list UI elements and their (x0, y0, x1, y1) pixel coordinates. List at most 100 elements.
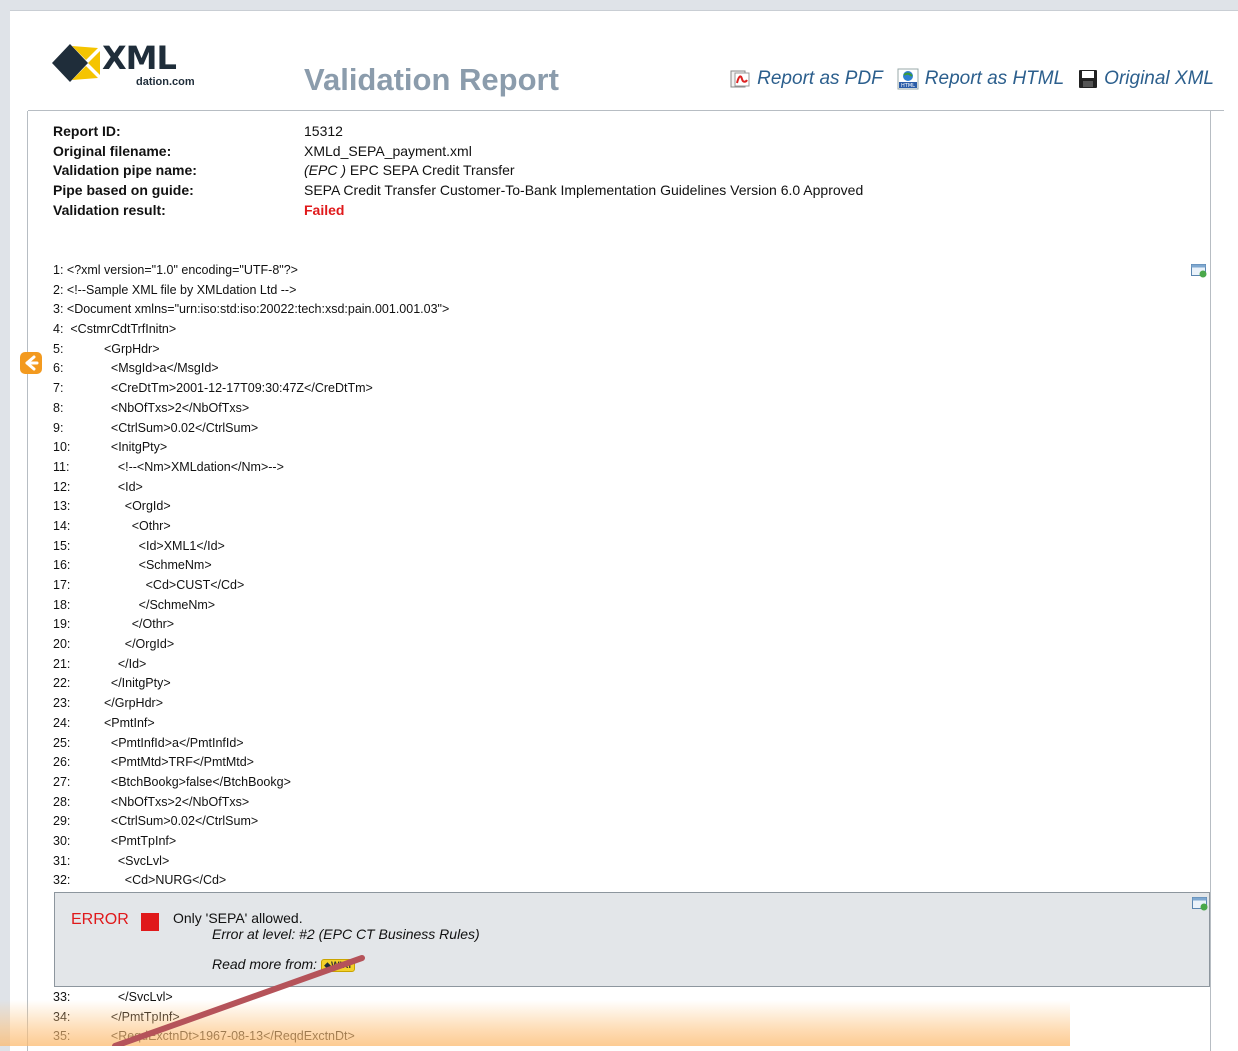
line-text: <Othr> (97, 518, 171, 533)
line-number: 14: (53, 518, 71, 533)
line-text: <CtrlSum>0.02</CtrlSum> (97, 420, 259, 435)
logo-subtext: dation.com (136, 76, 195, 88)
original-xml-label: Original XML (1104, 68, 1214, 89)
code-line: 4: <CstmrCdtTrfInitn> (53, 322, 177, 337)
meta-label: Validation result: (53, 201, 166, 218)
line-number: 32: (53, 873, 71, 888)
line-text: <NbOfTxs>2</NbOfTxs> (97, 400, 250, 415)
read-more: Read more from: ◆WIKI (212, 956, 355, 972)
line-text: <SchmeNm> (97, 558, 212, 573)
line-text: <MsgId>a</MsgId> (97, 361, 219, 376)
code-line: 2: <!--Sample XML file by XMLdation Ltd … (53, 282, 297, 297)
error-message: Only 'SEPA' allowed. (173, 910, 303, 926)
line-text: </Othr> (97, 617, 175, 632)
line-number: 9: (53, 420, 64, 435)
code-line: 21: </Id> (53, 655, 449, 675)
line-text: <PmtMtd>TRF</PmtMtd> (97, 755, 254, 770)
wiki-logo-icon: ◆ (324, 960, 331, 970)
meta-value: (EPC ) EPC SEPA Credit Transfer (304, 161, 515, 181)
line-number: 30: (53, 833, 71, 848)
code-line: 34: </PmtTpInf> (53, 1008, 355, 1028)
line-number: 34: (53, 1009, 71, 1024)
pipe-prefix: (EPC ) (304, 162, 346, 179)
code-line: 18: </SchmeNm> (53, 596, 449, 616)
validation-error-panel: ERROR Only 'SEPA' allowed. Error at leve… (54, 892, 1210, 987)
line-number: 19: (53, 617, 71, 632)
code-line: 5: <GrpHdr> (53, 340, 449, 360)
code-line: 11: <!--<Nm>XMLdation</Nm>--> (53, 458, 449, 478)
report-links: Report as PDF HTML Report as HTML Origin… (715, 68, 1214, 90)
report-as-pdf-label: Report as PDF (757, 68, 883, 89)
meta-label: Original filename: (53, 142, 172, 159)
html-report-icon: HTML (897, 68, 919, 90)
code-line: 19: </Othr> (53, 615, 449, 635)
line-text: </OrgId> (97, 637, 175, 652)
line-number: 33: (53, 990, 71, 1004)
arrow-left-icon (25, 355, 39, 371)
page-title: Validation Report (304, 62, 559, 97)
line-number: 18: (53, 597, 71, 612)
logo-mark-icon (52, 44, 100, 82)
line-text: <PmtInfId>a</PmtInfId> (97, 735, 244, 750)
line-text: <PmtTpInf> (97, 833, 177, 848)
meta-value: SEPA Credit Transfer Customer-To-Bank Im… (304, 182, 864, 199)
expand-icon[interactable] (1191, 264, 1207, 278)
line-text: <GrpHdr> (97, 341, 160, 356)
line-number: 27: (53, 774, 71, 789)
report-as-pdf-link[interactable]: Report as PDF (729, 68, 883, 90)
code-line: 6: <MsgId>a</MsgId> (53, 359, 449, 379)
read-more-label: Read more from: (212, 956, 318, 972)
error-label: ERROR (71, 911, 129, 928)
expand-error-icon[interactable] (1192, 897, 1208, 911)
original-xml-link[interactable]: Original XML (1078, 68, 1214, 90)
line-number: 20: (53, 637, 71, 652)
line-text: <PmtInf> (97, 715, 155, 730)
meta-value: 15312 (304, 123, 343, 139)
line-text: <NbOfTxs>2</NbOfTxs> (97, 794, 250, 809)
line-number: 28: (53, 794, 71, 809)
code-line: 13: <OrgId> (53, 497, 449, 517)
code-line: 24: <PmtInf> (53, 714, 449, 734)
code-line: 23: </GrpHdr> (53, 694, 449, 714)
report-as-html-link[interactable]: HTML Report as HTML (897, 68, 1064, 90)
error-indicator-icon (141, 913, 159, 931)
line-number: 21: (53, 656, 71, 671)
line-number: 35: (53, 1029, 71, 1044)
line-number: 13: (53, 499, 71, 514)
meta-label: Validation pipe name: (53, 162, 197, 179)
line-number: 24: (53, 715, 71, 730)
code-line: 16: <SchmeNm> (53, 556, 449, 576)
line-text: </PmtTpInf> (97, 1009, 180, 1024)
line-text: <Id> (97, 479, 143, 494)
code-line: 10: <InitgPty> (53, 438, 449, 458)
line-text: <Id>XML1</Id> (97, 538, 225, 553)
line-text: </Id> (97, 656, 147, 671)
xmldation-logo[interactable]: XML dation.com (50, 38, 195, 94)
line-number: 25: (53, 735, 71, 750)
save-disk-icon (1079, 70, 1098, 88)
line-number: 11: (53, 459, 70, 474)
line-number: 17: (53, 578, 71, 592)
meta-label: Pipe based on guide: (53, 182, 194, 199)
line-number: 7: (53, 381, 64, 396)
error-level: Error at level: #2 (EPC CT Business Rule… (212, 926, 480, 942)
code-line: 33: </SvcLvl> (53, 988, 355, 1008)
line-text: </InitgPty> (97, 676, 171, 691)
line-text: <ReqdExctnDt>1967-08-13</ReqdExctnDt> (97, 1029, 355, 1044)
back-arrow-button[interactable] (20, 352, 42, 374)
code-line: 17: <Cd>CUST</Cd> (53, 576, 449, 596)
xml-source-code: 1: <?xml version="1.0" encoding="UTF-8"?… (53, 261, 449, 891)
code-line: 3: <Document xmlns="urn:iso:std:iso:2002… (53, 302, 450, 317)
logo-word: XML (102, 39, 177, 77)
line-text: <CtrlSum>0.02</CtrlSum> (97, 814, 259, 829)
xml-source-code-continued: 33: </SvcLvl> 34: </PmtTpInf> 35: <ReqdExc… (53, 988, 355, 1047)
line-number: 23: (53, 696, 71, 711)
wiki-link[interactable]: ◆WIKI (321, 959, 355, 972)
line-text: </SchmeNm> (97, 597, 216, 612)
code-line: 7: <CreDtTm>2001-12-17T09:30:47Z</CreDtT… (53, 379, 449, 399)
code-line: 8: <NbOfTxs>2</NbOfTxs> (53, 399, 449, 419)
code-line: 15: <Id>XML1</Id> (53, 537, 449, 557)
code-line: 12: <Id> (53, 478, 449, 498)
line-text: <BtchBookg>false</BtchBookg> (97, 774, 291, 789)
code-line: 31: <SvcLvl> (53, 852, 449, 872)
